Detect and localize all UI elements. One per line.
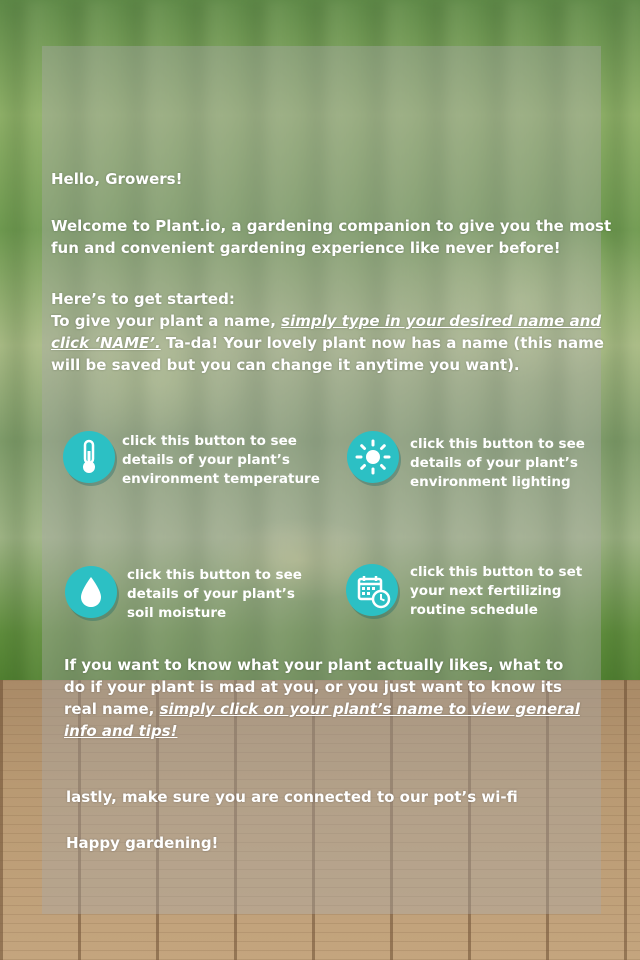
moisture-tip: click this button to see details of your… — [127, 566, 302, 623]
info-line-4: info and tips! — [64, 720, 177, 742]
tip-line: environment temperature — [122, 471, 320, 487]
welcome-line-1: Welcome to Plant.io, a gardening compani… — [51, 217, 612, 235]
info-text: real name, — [64, 700, 160, 718]
info-line-3: real name, simply click on your plant’s … — [64, 698, 580, 720]
tip-line: routine schedule — [410, 602, 538, 618]
sun-icon[interactable] — [347, 431, 399, 483]
greeting: Hello, Growers! — [51, 170, 183, 188]
tip-line: click this button to see — [127, 567, 302, 583]
tip-line: details of your plant’s — [122, 452, 290, 468]
plant-name-link-2: info and tips! — [64, 722, 178, 740]
start-text-2: Ta-da! Your lovely plant now has a name … — [160, 334, 604, 352]
info-line-2: do if your plant is mad at you, or you j… — [64, 678, 562, 696]
tip-line: click this button to set — [410, 564, 583, 580]
start-heading: Here’s to get started: — [51, 290, 235, 308]
schedule-tip: click this button to set your next ferti… — [410, 563, 582, 620]
tip-line: your next fertilizing — [410, 583, 562, 599]
click-name-link: click ‘NAME’. — [51, 334, 161, 352]
thermometer-icon[interactable] — [63, 431, 115, 483]
start-line-2: click ‘NAME’. Ta-da! Your lovely plant n… — [51, 332, 604, 354]
water-drop-icon[interactable] — [65, 566, 117, 618]
temperature-tip: click this button to see details of your… — [122, 432, 320, 489]
tip-line: click this button to see — [410, 436, 585, 452]
info-line-1: If you want to know what your plant actu… — [64, 656, 564, 674]
start-line-3: will be saved but you can change it anyt… — [51, 356, 520, 374]
welcome-line-2: fun and convenient gardening experience … — [51, 239, 561, 257]
signoff: Happy gardening! — [66, 834, 219, 852]
start-line-1: To give your plant a name, simply type i… — [51, 310, 601, 332]
tip-line: environment lighting — [410, 474, 571, 490]
name-instruction-link: simply type in your desired name and — [281, 312, 602, 330]
start-text: To give your plant a name, — [51, 312, 282, 330]
tip-line: details of your plant’s — [410, 455, 578, 471]
tip-line: click this button to see — [122, 433, 297, 449]
lighting-tip: click this button to see details of your… — [410, 435, 585, 492]
calendar-icon[interactable] — [346, 564, 398, 616]
plant-name-link: simply click on your plant’s name to vie… — [159, 700, 580, 718]
tip-line: details of your plant’s — [127, 586, 295, 602]
wifi-note: lastly, make sure you are connected to o… — [66, 788, 518, 806]
tip-line: soil moisture — [127, 605, 227, 621]
